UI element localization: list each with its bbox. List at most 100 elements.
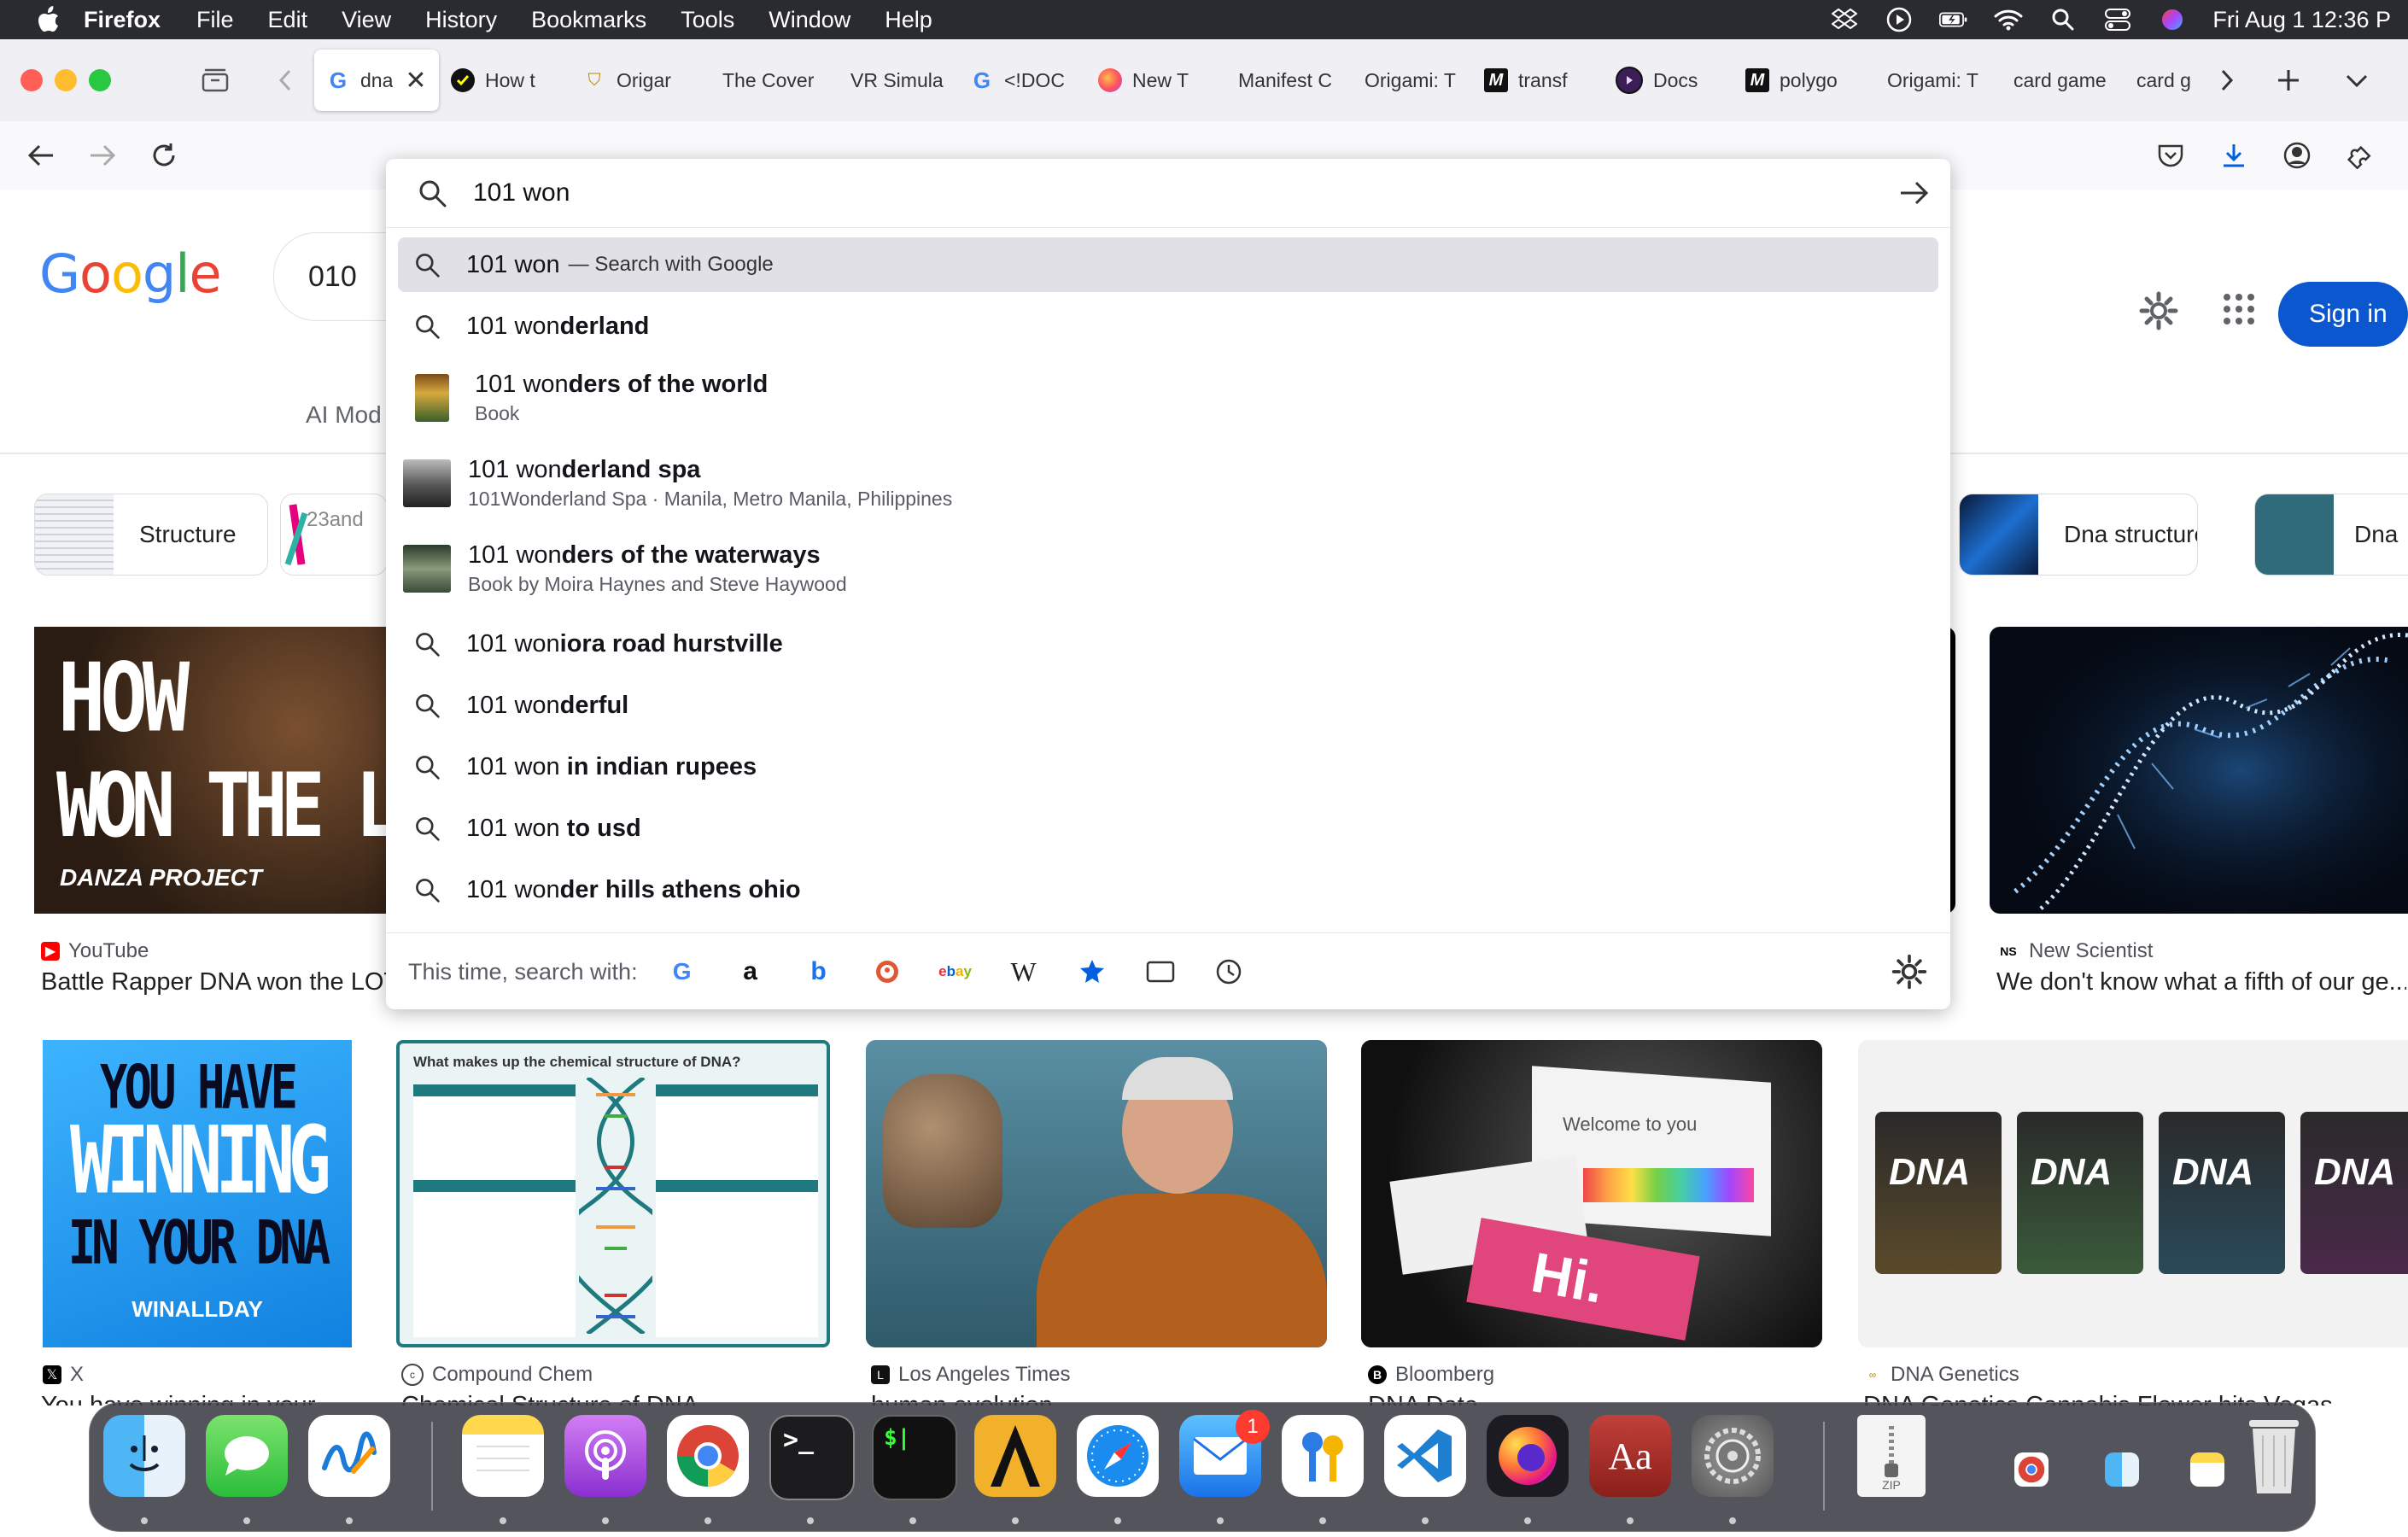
tab-dna[interactable]: G dna ✕	[314, 50, 439, 111]
finder-minimized-icon[interactable]	[2105, 1452, 2139, 1487]
chip-23andme[interactable]: 23and	[280, 494, 388, 576]
tabs-scroll-left-icon[interactable]	[266, 61, 304, 99]
chip-dna-structure[interactable]: Dna structure	[1959, 494, 2198, 576]
tab-close-icon[interactable]: ✕	[405, 66, 426, 96]
terminal-icon[interactable]: >_	[769, 1415, 855, 1500]
suggestion-item[interactable]: 101 wonder hills athens ohio	[398, 862, 1938, 917]
chrome-icon[interactable]	[667, 1415, 749, 1497]
address-bar-input[interactable]: 101 won	[473, 178, 570, 207]
tab-how-to[interactable]: How t	[439, 50, 570, 111]
menu-edit[interactable]: Edit	[268, 7, 308, 33]
image-result-winning-dna[interactable]: YOU HAVE WINNING IN YOUR DNA WINALLDAY	[43, 1040, 352, 1347]
account-icon[interactable]	[2278, 137, 2316, 174]
go-arrow-icon[interactable]	[1896, 174, 1933, 212]
tab-origami-3[interactable]: Origami: T	[1863, 50, 1991, 111]
trash-icon[interactable]	[2240, 1415, 2308, 1497]
podcasts-icon[interactable]	[564, 1415, 646, 1497]
tab-vr-simulator[interactable]: VR Simula	[828, 50, 958, 111]
ebay-icon[interactable]: ebay	[937, 953, 974, 991]
search-settings-gear-icon[interactable]	[1891, 953, 1928, 991]
chip-dna[interactable]: Dna	[2254, 494, 2408, 576]
window-minimize-button[interactable]	[55, 69, 77, 91]
google-icon[interactable]: G	[663, 953, 701, 991]
history-icon[interactable]	[1210, 953, 1248, 991]
tab-origami-2[interactable]: Origami: T	[1344, 50, 1472, 111]
wifi-icon[interactable]	[1994, 7, 2023, 32]
spotlight-search-icon[interactable]	[2049, 7, 2078, 32]
zip-file-icon[interactable]: ZIP	[1857, 1415, 1926, 1497]
tab-polygon[interactable]: M polygo	[1733, 50, 1863, 111]
image-result-dna-data[interactable]: Welcome to you Hi.	[1361, 1040, 1822, 1347]
window-close-button[interactable]	[20, 69, 43, 91]
suggestion-item[interactable]: 101 wonderland	[398, 299, 1938, 354]
tab-transform[interactable]: M transf	[1472, 50, 1604, 111]
tab-doc[interactable]: G <!DOC	[958, 50, 1086, 111]
tab-the-cover[interactable]: The Cover	[698, 50, 828, 111]
result-caption[interactable]: We don't know what a fifth of our ge...	[1996, 968, 2406, 996]
result-caption[interactable]: Battle Rapper DNA won the LOT	[41, 968, 386, 996]
google-logo[interactable]: Google	[39, 243, 222, 305]
menu-app-name[interactable]: Firefox	[84, 7, 161, 33]
tab-new-tab[interactable]: New T	[1086, 50, 1216, 111]
dropbox-icon[interactable]	[1830, 7, 1859, 32]
freeform-icon[interactable]	[308, 1415, 390, 1497]
tab-docs[interactable]: Docs	[1604, 50, 1733, 111]
notes-minimized-icon[interactable]	[2190, 1452, 2224, 1487]
address-bar[interactable]: 101 won	[386, 159, 1950, 228]
suggestion-search-google[interactable]: 101 won — Search with Google	[398, 237, 1938, 292]
play-icon[interactable]	[1885, 7, 1914, 32]
downloads-icon[interactable]	[2215, 137, 2253, 174]
mail-icon[interactable]: 1	[1179, 1410, 1270, 1497]
suggestion-item-rich[interactable]: 101 wonderland spa 101Wonderland Spa · M…	[398, 444, 1938, 523]
system-settings-icon[interactable]	[1692, 1415, 1774, 1497]
image-result-human-evolution[interactable]	[866, 1040, 1327, 1347]
instruments-icon[interactable]	[974, 1415, 1056, 1497]
terminal-dark-icon[interactable]: $|	[872, 1415, 957, 1500]
back-icon[interactable]	[22, 137, 60, 174]
menu-file[interactable]: File	[196, 7, 234, 33]
suggestion-item[interactable]: 101 woniora road hurstville	[398, 617, 1938, 671]
battery-icon[interactable]	[1939, 7, 1968, 32]
pocket-icon[interactable]	[2152, 137, 2189, 174]
bing-icon[interactable]: b	[800, 953, 838, 991]
window-zoom-button[interactable]	[89, 69, 111, 91]
finder-icon[interactable]	[103, 1415, 185, 1497]
tab-origami[interactable]: ⛉ Origar	[570, 50, 698, 111]
menu-window[interactable]: Window	[769, 7, 850, 33]
menu-bookmarks[interactable]: Bookmarks	[531, 7, 646, 33]
firefox-icon[interactable]	[1487, 1415, 1569, 1497]
menu-tools[interactable]: Tools	[681, 7, 734, 33]
suggestion-item[interactable]: 101 wonderful	[398, 678, 1938, 733]
suggestion-item[interactable]: 101 won to usd	[398, 801, 1938, 856]
tab-card-game[interactable]: card game	[1991, 50, 2121, 111]
google-apps-icon[interactable]	[2220, 290, 2258, 328]
menu-history[interactable]: History	[425, 7, 497, 33]
tab-manifest[interactable]: Manifest C	[1216, 50, 1344, 111]
apple-icon[interactable]	[34, 5, 63, 34]
messages-icon[interactable]	[206, 1415, 288, 1497]
menu-view[interactable]: View	[342, 7, 391, 33]
new-tab-icon[interactable]	[2270, 61, 2307, 99]
image-result-compound-chem[interactable]: What makes up the chemical structure of …	[396, 1040, 830, 1347]
image-result-battle-rapper[interactable]: HOW WON THE LOT DANZA PROJECT	[34, 627, 386, 914]
vscode-icon[interactable]	[1384, 1415, 1466, 1497]
menu-help[interactable]: Help	[885, 7, 932, 33]
safari-icon[interactable]	[1077, 1415, 1159, 1497]
wikipedia-icon[interactable]: W	[1005, 953, 1043, 991]
amazon-icon[interactable]: a	[732, 953, 769, 991]
image-result-dna-helix[interactable]	[1990, 627, 2408, 914]
suggestion-item-rich[interactable]: 101 wonders of the waterways Book by Moi…	[398, 529, 1938, 608]
reload-icon[interactable]	[145, 137, 183, 174]
suggestion-item[interactable]: 101 won in indian rupees	[398, 739, 1938, 794]
tabs-scroll-right-icon[interactable]	[2208, 61, 2246, 99]
dictionary-icon[interactable]: Aa	[1589, 1415, 1671, 1497]
tab-card-game-2[interactable]: card g	[2121, 50, 2203, 111]
firefox-view-icon[interactable]	[196, 61, 234, 99]
forward-icon[interactable]	[84, 137, 121, 174]
chrome-minimized-icon[interactable]	[2014, 1452, 2049, 1487]
menubar-clock[interactable]: Fri Aug 1 12:36 P	[2212, 7, 2391, 33]
extensions-icon[interactable]	[2340, 137, 2377, 174]
control-center-icon[interactable]	[2103, 7, 2132, 32]
tabs-icon[interactable]	[1142, 953, 1179, 991]
sign-in-button[interactable]: Sign in	[2278, 282, 2408, 347]
